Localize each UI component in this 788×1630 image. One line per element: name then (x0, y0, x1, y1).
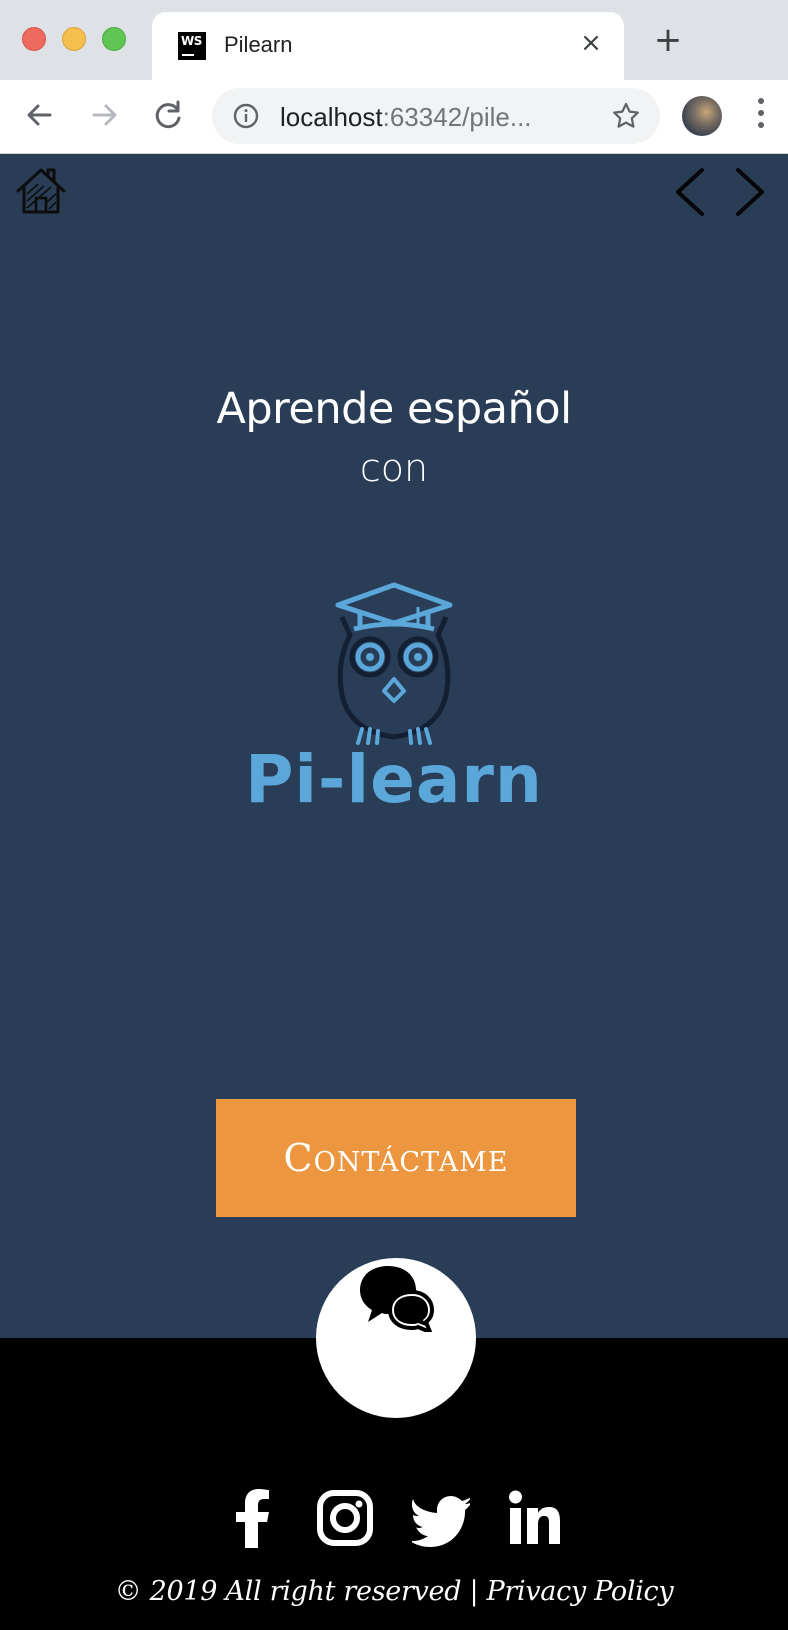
browser-toolbar: localhost:63342/pile... (0, 80, 788, 154)
reload-icon[interactable] (148, 95, 188, 135)
close-window-button[interactable] (22, 27, 46, 51)
new-tab-button[interactable]: + (650, 22, 686, 58)
url-host: localhost (280, 102, 383, 132)
chat-button[interactable] (316, 1258, 476, 1418)
next-arrow-icon[interactable] (732, 164, 768, 220)
chat-bubbles-icon (360, 1266, 434, 1332)
copyright-text: © 2019 All right reserved | Privacy Poli… (114, 1576, 674, 1607)
page-subline: con (359, 446, 429, 490)
facebook-icon[interactable] (232, 1488, 272, 1548)
maximize-window-button[interactable] (102, 27, 126, 51)
brand-wordmark: Pi-learn (245, 741, 543, 818)
contact-button[interactable]: Contáctame (216, 1099, 576, 1217)
page-headline: Aprende español (216, 384, 572, 434)
site-info-icon[interactable] (232, 102, 260, 130)
browser-menu-icon[interactable] (756, 98, 766, 134)
url-text[interactable]: localhost:63342/pile... (280, 102, 532, 133)
owl-logo-icon (335, 582, 453, 745)
url-path: :63342/pile... (382, 102, 532, 132)
back-arrow-icon[interactable] (20, 95, 60, 135)
address-bar[interactable]: localhost:63342/pile... (212, 88, 660, 144)
profile-avatar[interactable] (682, 96, 722, 136)
previous-arrow-icon[interactable] (672, 164, 708, 220)
tab-title: Pilearn (224, 32, 293, 57)
forward-arrow-icon[interactable] (84, 95, 124, 135)
minimize-window-button[interactable] (62, 27, 86, 51)
home-icon[interactable] (14, 164, 68, 218)
twitter-icon[interactable] (412, 1488, 470, 1548)
bookmark-star-icon[interactable] (610, 100, 642, 132)
instagram-icon[interactable] (316, 1488, 374, 1548)
hero-section: Aprende español con Pi-learn Contáctame (0, 154, 788, 1338)
browser-tab-bar: WS Pilearn × + (0, 0, 788, 80)
webstorm-favicon-icon: WS (178, 32, 206, 60)
tab-close-icon[interactable]: × (576, 28, 606, 58)
browser-tab[interactable]: WS Pilearn × (152, 12, 624, 80)
linkedin-icon[interactable] (508, 1488, 562, 1548)
